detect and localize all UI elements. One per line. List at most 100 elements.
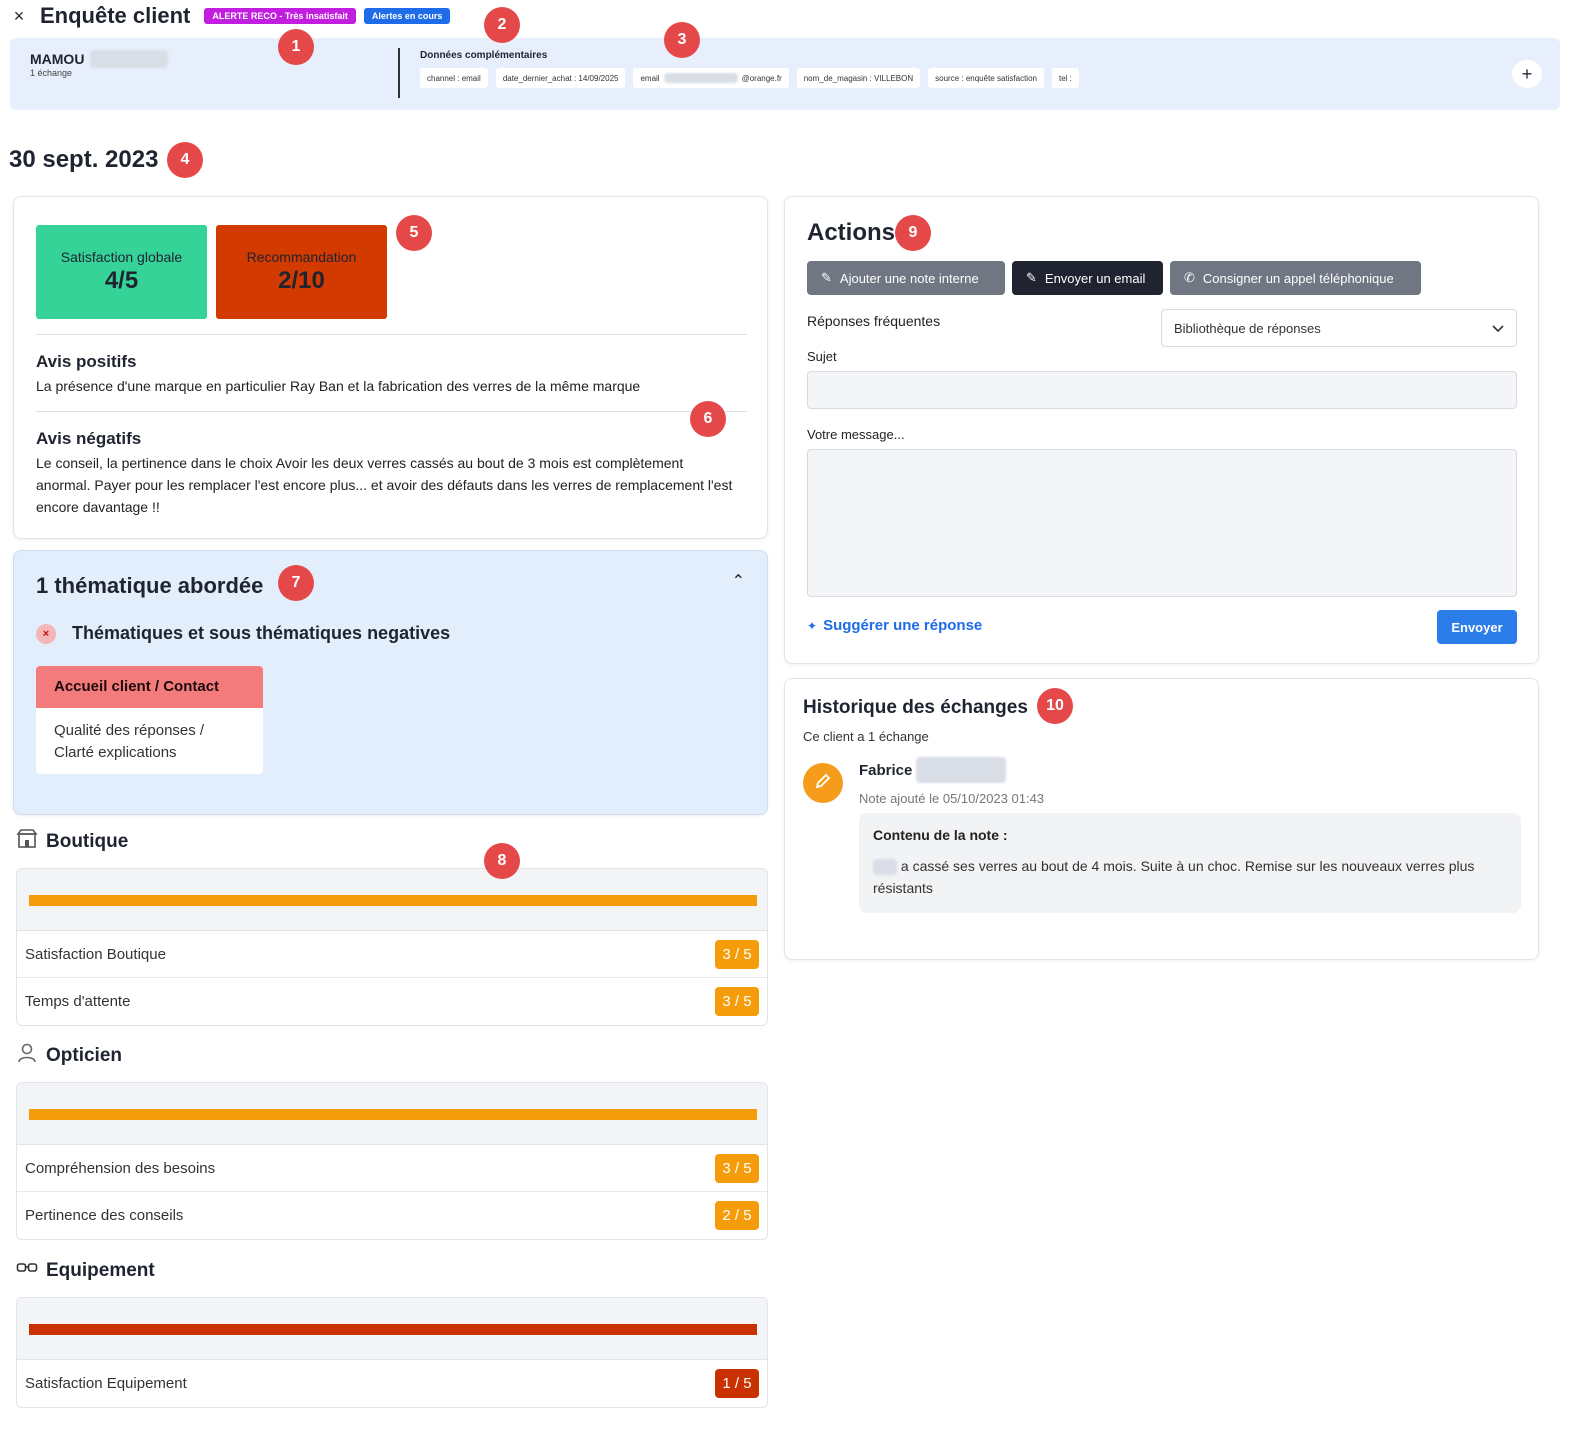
marker-10: 10 bbox=[1037, 688, 1073, 724]
add-internal-note-button[interactable]: ✎ Ajouter une note interne bbox=[807, 261, 1005, 295]
close-icon[interactable]: × bbox=[10, 6, 28, 27]
actions-title: Actions bbox=[807, 219, 896, 246]
response-library-select[interactable]: Bibliothèque de réponses bbox=[1161, 309, 1517, 347]
pencil-icon: ✎ bbox=[821, 270, 832, 285]
extra-data-chips: channel : email date_dernier_achat : 14/… bbox=[420, 68, 1079, 88]
send-button[interactable]: Envoyer bbox=[1437, 610, 1517, 644]
button-label: Consigner un appel téléphonique bbox=[1202, 270, 1394, 286]
chip-last-purchase: date_dernier_achat : 14/09/2025 bbox=[495, 68, 626, 88]
add-data-button[interactable]: + bbox=[1512, 60, 1542, 88]
positive-text: La présence d'une marque en particulier … bbox=[36, 378, 641, 394]
negative-themes-label: Thématiques et sous thématiques negative… bbox=[72, 623, 451, 643]
history-card: Historique des échanges Ce client a 1 éc… bbox=[784, 678, 1539, 960]
themes-card: 1 thématique abordée ⌃ × Thématiques et … bbox=[13, 550, 768, 815]
extra-data-title: Données complémentaires bbox=[420, 50, 548, 61]
subject-input[interactable] bbox=[807, 371, 1517, 409]
bar-area bbox=[17, 869, 767, 931]
marker-8: 8 bbox=[484, 843, 520, 879]
theme-box: Accueil client / Contact Qualité des rép… bbox=[36, 666, 263, 774]
rating-bar bbox=[29, 1324, 757, 1335]
section-title-text: Equipement bbox=[46, 1259, 155, 1281]
message-label: Votre message... bbox=[807, 427, 905, 442]
rating-card-boutique: Satisfaction Boutique 3 / 5 Temps d'atte… bbox=[16, 868, 768, 1026]
bar-area bbox=[17, 1083, 767, 1145]
global-satisfaction-score: Satisfaction globale 4/5 bbox=[36, 225, 207, 319]
negative-x-icon: × bbox=[36, 623, 56, 644]
alerts-in-progress-badge[interactable]: Alertes en cours bbox=[363, 8, 451, 24]
rating-card-opticien: Compréhension des besoins 3 / 5 Pertinen… bbox=[16, 1082, 768, 1240]
chip-email: email @orange.fr bbox=[633, 68, 789, 88]
actions-card: Actions ✎ Ajouter une note interne ✎ Env… bbox=[784, 196, 1539, 664]
author-name: Fabrice bbox=[859, 761, 913, 779]
select-value: Bibliothèque de réponses bbox=[1174, 320, 1321, 336]
note-author: Fabrice bbox=[859, 757, 1007, 783]
suggest-response-link[interactable]: ✦ Suggérer une réponse bbox=[807, 617, 982, 634]
frequent-responses-label: Réponses fréquentes bbox=[807, 313, 941, 329]
rating-row: Satisfaction Boutique 3 / 5 bbox=[17, 931, 767, 978]
negative-text: Le conseil, la pertinence dans le choix … bbox=[36, 455, 733, 515]
message-textarea[interactable] bbox=[807, 449, 1517, 597]
rating-score-pill: 3 / 5 bbox=[715, 987, 759, 1016]
marker-6: 6 bbox=[690, 401, 726, 437]
section-title-equipement: Equipement bbox=[16, 1257, 155, 1284]
rating-bar bbox=[29, 895, 757, 906]
bar-area bbox=[17, 1298, 767, 1360]
note-text-body: a cassé ses verres au bout de 4 mois. Su… bbox=[873, 858, 1475, 896]
alert-reco-badge[interactable]: ALERTE RECO - Très insatisfait bbox=[204, 8, 356, 24]
rating-bar bbox=[29, 1109, 757, 1120]
subject-label: Sujet bbox=[807, 349, 837, 364]
store-icon bbox=[16, 828, 38, 855]
sparkle-icon: ✦ bbox=[807, 618, 818, 633]
divider bbox=[36, 334, 747, 335]
client-name: MAMOU bbox=[30, 50, 169, 68]
history-subtitle: Ce client a 1 échange bbox=[803, 729, 929, 744]
section-title-text: Opticien bbox=[46, 1044, 123, 1066]
marker-9: 9 bbox=[895, 215, 931, 251]
rating-score-pill: 2 / 5 bbox=[715, 1201, 759, 1230]
recommendation-score: Recommandation 2/10 bbox=[216, 225, 387, 319]
chevron-up-icon[interactable]: ⌃ bbox=[732, 571, 745, 591]
redacted-author bbox=[916, 757, 1007, 783]
chip-channel: channel : email bbox=[420, 68, 488, 88]
rating-label: Pertinence des conseils bbox=[25, 1207, 184, 1224]
rating-score-pill: 3 / 5 bbox=[715, 939, 759, 969]
redacted-client-name bbox=[873, 859, 897, 876]
rating-card-equipement: Satisfaction Equipement 1 / 5 bbox=[16, 1297, 768, 1408]
global-satisfaction-label: Satisfaction globale bbox=[60, 249, 183, 265]
phone-icon: ✆ bbox=[1184, 270, 1195, 285]
marker-2: 2 bbox=[484, 7, 520, 43]
note-content-box: Contenu de la note : a cassé ses verres … bbox=[859, 813, 1521, 913]
marker-7: 7 bbox=[278, 565, 314, 601]
client-info-band: MAMOU 1 échange Données complémentaires … bbox=[10, 38, 1560, 110]
send-email-button[interactable]: ✎ Envoyer un email bbox=[1012, 261, 1163, 295]
section-title-text: Boutique bbox=[46, 830, 129, 852]
rating-label: Compréhension des besoins bbox=[25, 1159, 216, 1177]
note-content-text: a cassé ses verres au bout de 4 mois. Su… bbox=[873, 855, 1507, 899]
pencil-icon bbox=[813, 771, 833, 796]
chip-tel: tel : bbox=[1051, 68, 1079, 88]
chip-store: nom_de_magasin : VILLEBON bbox=[796, 68, 921, 88]
negative-themes-header: × Thématiques et sous thématiques negati… bbox=[36, 623, 450, 644]
rating-row: Temps d'attente 3 / 5 bbox=[17, 978, 767, 1025]
glasses-icon bbox=[16, 1257, 38, 1284]
rating-label: Temps d'attente bbox=[25, 993, 131, 1010]
vertical-divider bbox=[398, 48, 400, 98]
chip-email-key: email bbox=[640, 73, 660, 83]
positive-title: Avis positifs bbox=[36, 352, 137, 371]
subtheme-name: Qualité des réponses / Clarté explicatio… bbox=[54, 722, 205, 761]
rating-label: Satisfaction Boutique bbox=[25, 945, 166, 963]
suggest-label: Suggérer une réponse bbox=[823, 617, 983, 634]
client-name-text: MAMOU bbox=[30, 51, 85, 67]
marker-4: 4 bbox=[167, 142, 203, 178]
marker-1: 1 bbox=[278, 29, 314, 65]
rating-row: Pertinence des conseils 2 / 5 bbox=[17, 1192, 767, 1239]
redacted-name bbox=[90, 50, 169, 68]
rating-row: Satisfaction Equipement 1 / 5 bbox=[17, 1360, 767, 1407]
negative-title: Avis négatifs bbox=[36, 429, 142, 448]
note-content-title: Contenu de la note : bbox=[873, 827, 1008, 843]
log-phone-call-button[interactable]: ✆ Consigner un appel téléphonique bbox=[1170, 261, 1421, 295]
redacted-email bbox=[663, 73, 738, 83]
theme-name: Accueil client / Contact bbox=[36, 666, 263, 708]
note-date: Note ajouté le 05/10/2023 01:43 bbox=[859, 791, 1045, 806]
recommendation-value: 2/10 bbox=[278, 267, 325, 294]
